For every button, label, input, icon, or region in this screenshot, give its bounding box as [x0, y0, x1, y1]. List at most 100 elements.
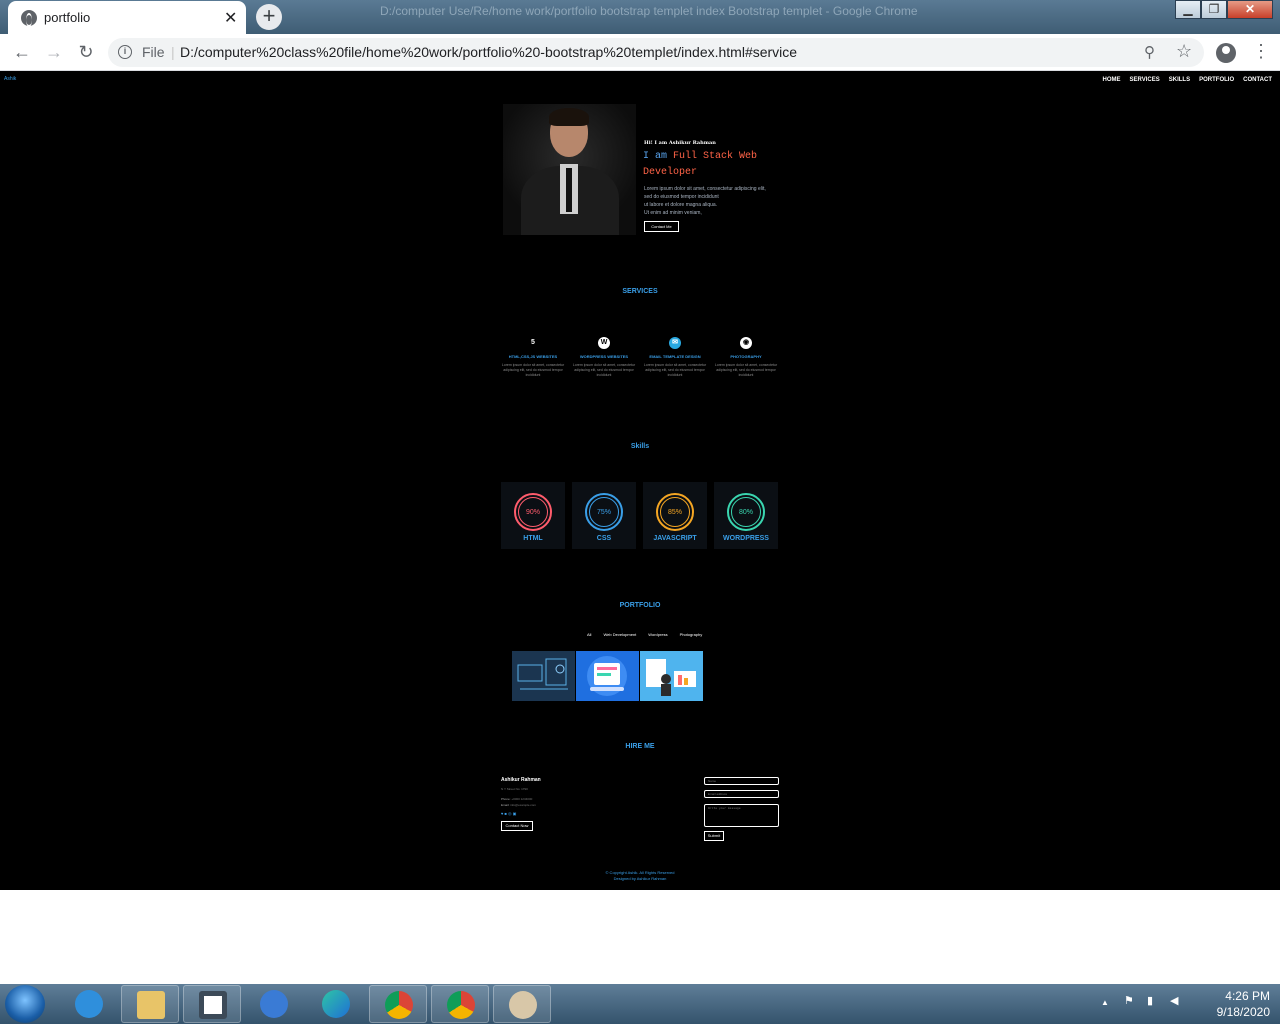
start-button-icon[interactable] — [5, 985, 45, 1023]
skill-percent: 80% — [738, 509, 753, 516]
flag-icon[interactable]: ⚑ — [1124, 994, 1134, 1007]
email-input[interactable] — [704, 790, 779, 798]
minimize-button[interactable]: ▁ — [1175, 0, 1201, 19]
new-tab-button[interactable]: + — [256, 4, 282, 30]
skill-ring: 75% — [585, 493, 623, 531]
contact-me-button[interactable]: Contact Me — [644, 221, 679, 232]
portfolio-title: PORTFOLIO — [619, 602, 661, 609]
address-separator: | — [171, 44, 175, 60]
filter-all[interactable]: All — [587, 632, 591, 637]
app-icon[interactable] — [183, 985, 241, 1023]
footer-copyright: © Copyright Ashik. All Rights Reserved — [605, 870, 675, 875]
edge-icon[interactable] — [307, 985, 365, 1023]
address-bar[interactable]: i File | D:/computer%20class%20file/home… — [108, 38, 1204, 67]
role-line2: Developer — [643, 167, 698, 178]
service-desc: Lorem ipsum dolor sit amet, consectetur … — [501, 363, 565, 377]
intro-line: Lorem ipsum dolor sit amet, consectetur … — [644, 186, 766, 192]
chrome-icon[interactable] — [431, 985, 489, 1023]
volume-icon[interactable]: ◀ — [1170, 994, 1178, 1007]
service-title: PHOTOGRAPHY — [730, 354, 762, 359]
intro-line: sed do eiusmod tempor incididunt — [644, 194, 719, 200]
profile-photo — [503, 104, 636, 235]
browser-titlebar: D:/computer Use/Re/home work/portfolio b… — [0, 0, 1280, 34]
nav-services[interactable]: SERVICES — [1130, 77, 1160, 83]
window-title: D:/computer Use/Re/home work/portfolio b… — [380, 4, 918, 18]
portfolio-filters: All Web Development Wordpress Photograph… — [587, 632, 702, 637]
tab-close-icon[interactable]: ✕ — [224, 8, 237, 28]
kebab-menu-icon[interactable]: ⋮ — [1252, 41, 1270, 62]
services-title: SERVICES — [622, 288, 658, 295]
contact-phone: +0000 1234000 — [511, 797, 533, 801]
service-desc: Lorem ipsum dolor sit amet, consectetur … — [572, 363, 636, 377]
profile-icon[interactable] — [1216, 43, 1236, 63]
nav-home[interactable]: HOME — [1103, 77, 1121, 83]
info-icon[interactable]: i — [118, 45, 132, 59]
chrome-icon[interactable] — [369, 985, 427, 1023]
browser-toolbar: ← → ↻ i File | D:/computer%20class%20fil… — [0, 34, 1280, 71]
skills-title: Skills — [630, 443, 650, 450]
service-card: 5 HTML,CSS,JS WEBSITES Lorem ipsum dolor… — [499, 337, 567, 378]
globe-icon — [21, 10, 37, 27]
clock[interactable]: 4:26 PM 9/18/2020 — [1192, 988, 1270, 1020]
network-icon[interactable]: ▮ — [1147, 994, 1153, 1007]
skill-percent: 85% — [667, 509, 682, 516]
email-label: Email: — [501, 803, 510, 807]
name-input[interactable] — [704, 777, 779, 785]
windows-taskbar: ▲ ⚑ ▮ ◀ 4:26 PM 9/18/2020 — [0, 984, 1280, 1024]
hero-greeting: Hi! I am Ashikur Rahman — [644, 140, 716, 146]
restore-button[interactable]: ❐ — [1201, 0, 1227, 19]
tray-arrow-icon[interactable]: ▲ — [1101, 998, 1109, 1007]
tab-portfolio[interactable]: portfolio ✕ — [8, 1, 246, 34]
internet-explorer-icon[interactable] — [60, 985, 118, 1023]
skill-ring: 90% — [514, 493, 552, 531]
message-textarea[interactable] — [704, 804, 779, 827]
close-window-button[interactable]: ✕ — [1227, 0, 1273, 19]
back-arrow-icon[interactable]: ← — [10, 41, 34, 65]
role-prefix: I am — [643, 151, 668, 162]
service-card: ◉ PHOTOGRAPHY Lorem ipsum dolor sit amet… — [712, 337, 780, 378]
hero-intro: Lorem ipsum dolor sit amet, consectetur … — [644, 185, 784, 217]
portfolio-item-developer[interactable] — [640, 651, 703, 701]
paint-icon[interactable] — [493, 985, 551, 1023]
webcam-icon[interactable] — [245, 985, 303, 1023]
service-desc: Lorem ipsum dolor sit amet, consectetur … — [643, 363, 707, 377]
web-illustration-icon — [517, 658, 568, 690]
skill-percent: 75% — [596, 509, 611, 516]
zoom-icon[interactable]: ⚲ — [1144, 43, 1155, 61]
service-title: HTML,CSS,JS WEBSITES — [508, 354, 558, 359]
service-desc: Lorem ipsum dolor sit amet, consectetur … — [714, 363, 778, 377]
site-brand[interactable]: Ashik — [4, 76, 16, 82]
star-icon[interactable]: ☆ — [1176, 41, 1192, 62]
skill-ring: 80% — [727, 493, 765, 531]
reload-icon[interactable]: ↻ — [74, 41, 98, 65]
portfolio-item-web[interactable] — [512, 651, 575, 701]
filter-wordpress[interactable]: Wordpress — [648, 632, 667, 637]
submit-button[interactable]: Submit — [704, 831, 724, 841]
social-icons[interactable]: ♥ ■ ◎ ▣ — [501, 811, 541, 816]
hire-title: HIRE ME — [625, 743, 655, 750]
hero-role: I am Full Stack Web Developer — [643, 149, 783, 181]
contact-address: N Y Street No: 1790 — [501, 787, 528, 791]
nav-skills[interactable]: SKILLS — [1169, 77, 1190, 83]
portfolio-item-code[interactable] — [576, 651, 639, 701]
file-explorer-icon[interactable] — [121, 985, 179, 1023]
service-title: WORDPRESS WEBSITES — [579, 354, 629, 359]
role-line1: Full Stack Web — [673, 151, 758, 162]
wordpress-icon: W — [598, 337, 610, 349]
service-card: ✉ EMAIL TEMPLATE DESIGN Lorem ipsum dolo… — [641, 337, 709, 378]
contact-now-button[interactable]: Contact Now — [501, 821, 533, 831]
service-card: W WORDPRESS WEBSITES Lorem ipsum dolor s… — [570, 337, 638, 378]
service-title: EMAIL TEMPLATE DESIGN — [649, 354, 701, 359]
html5-icon: 5 — [527, 337, 539, 349]
intro-line: ut labore et dolore magna aliqua. — [644, 202, 718, 208]
filter-photography[interactable]: Photography — [680, 632, 703, 637]
forward-arrow-icon[interactable]: → — [42, 41, 66, 65]
skill-name: HTML — [523, 535, 543, 542]
nav-contact[interactable]: CONTACT — [1243, 77, 1272, 83]
skill-ring: 85% — [656, 493, 694, 531]
developer-illustration-icon — [646, 659, 696, 696]
nav-portfolio[interactable]: PORTFOLIO — [1199, 77, 1234, 83]
url-text[interactable]: D:/computer%20class%20file/home%20work/p… — [180, 44, 797, 60]
skill-name: WORDPRESS — [723, 535, 769, 542]
filter-web-development[interactable]: Web Development — [603, 632, 636, 637]
